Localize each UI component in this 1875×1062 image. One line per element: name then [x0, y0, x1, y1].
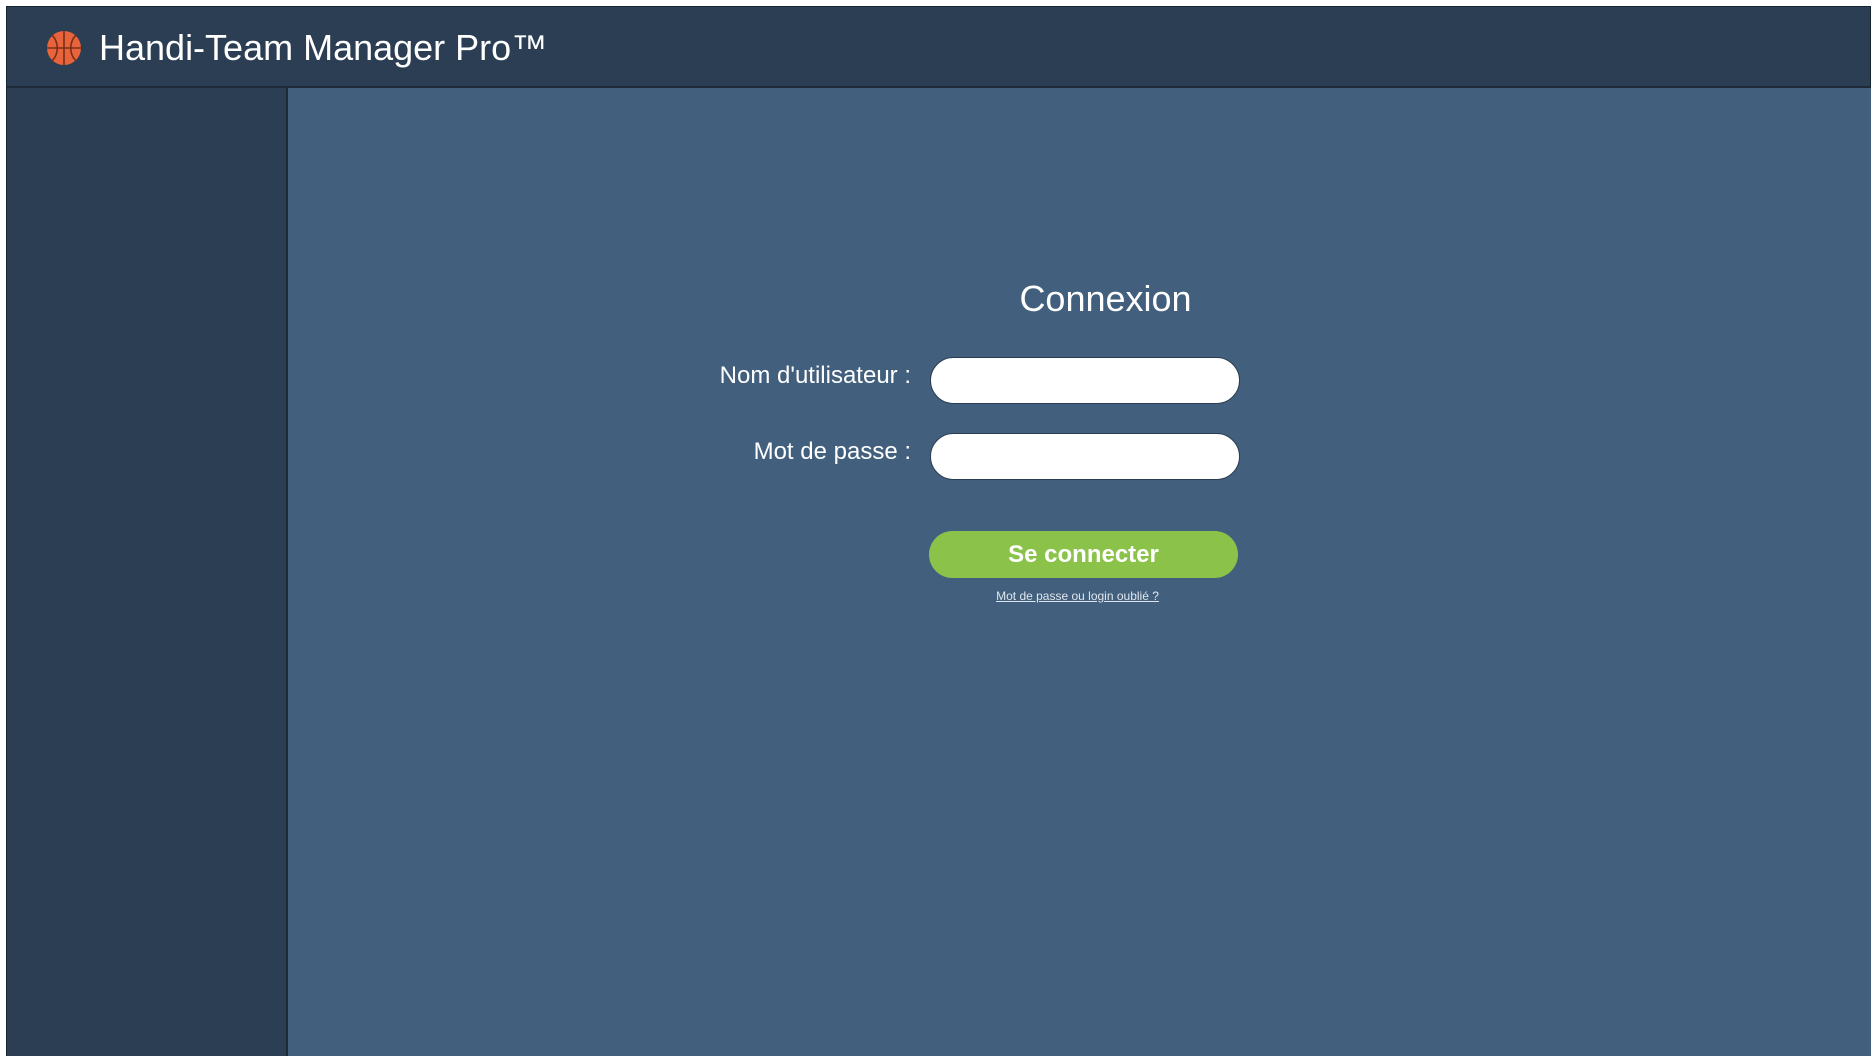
login-button[interactable]: Se connecter [929, 531, 1238, 578]
username-label: Nom d'utilisateur : [719, 362, 911, 389]
password-label: Mot de passe : [753, 438, 911, 465]
login-title: Connexion [1019, 278, 1192, 319]
app-window: Handi-Team Manager Pro™ Connexion Nom d'… [6, 6, 1871, 1056]
app-header: Handi-Team Manager Pro™ [7, 7, 1870, 88]
main-content: Connexion Nom d'utilisateur : Mot de pas… [288, 88, 1871, 1056]
password-input[interactable] [930, 433, 1240, 480]
basketball-icon [46, 30, 82, 66]
forgot-password-link[interactable]: Mot de passe ou login oublié ? [929, 589, 1238, 603]
username-input[interactable] [930, 357, 1240, 404]
app-title: Handi-Team Manager Pro™ [99, 27, 548, 68]
sidebar [7, 88, 288, 1056]
